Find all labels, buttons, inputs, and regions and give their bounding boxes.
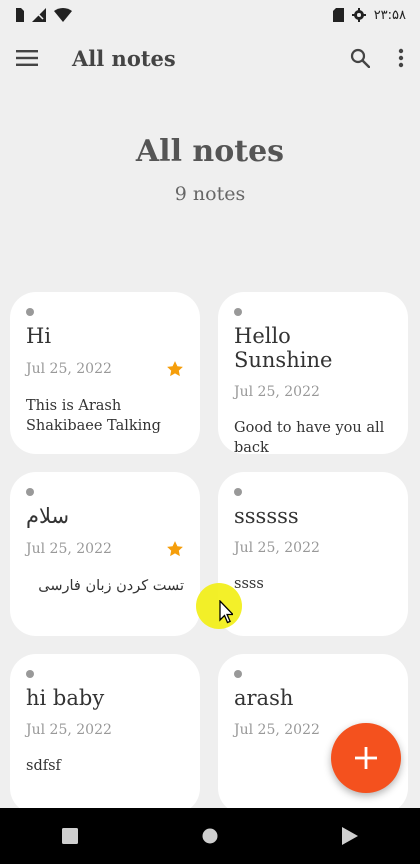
note-card[interactable]: سلام Jul 25, 2022 تست کردن زبان فارسی bbox=[10, 472, 200, 636]
add-note-button[interactable] bbox=[331, 723, 401, 793]
note-count: 9 notes bbox=[174, 183, 246, 205]
sim-icon bbox=[14, 8, 24, 22]
note-card[interactable]: ssssss Jul 25, 2022 ssss bbox=[218, 472, 408, 636]
status-right-icons: ۲۳:۵۸ bbox=[332, 7, 406, 23]
menu-icon[interactable] bbox=[16, 50, 38, 66]
recents-icon[interactable] bbox=[62, 828, 78, 844]
app-bar-title: All notes bbox=[72, 45, 176, 71]
plus-icon bbox=[355, 747, 377, 769]
note-date: Jul 25, 2022 bbox=[26, 361, 112, 377]
note-date: Jul 25, 2022 bbox=[234, 722, 320, 738]
note-date: Jul 25, 2022 bbox=[234, 540, 320, 556]
note-body: ssss bbox=[234, 576, 264, 592]
sd-card-icon bbox=[332, 8, 344, 22]
note-title: ssssss bbox=[234, 504, 299, 528]
more-vert-icon[interactable] bbox=[398, 48, 404, 68]
note-title: Hello Sunshine bbox=[234, 324, 333, 372]
note-dot bbox=[234, 670, 242, 678]
star-icon[interactable] bbox=[166, 540, 184, 558]
search-icon[interactable] bbox=[350, 48, 370, 68]
note-body: Good to have you all back bbox=[234, 420, 385, 454]
note-card[interactable]: Hello Sunshine Jul 25, 2022 Good to have… bbox=[218, 292, 408, 454]
home-icon[interactable] bbox=[202, 828, 218, 844]
no-signal-icon bbox=[32, 8, 46, 22]
note-title: Hi bbox=[26, 324, 52, 348]
note-dot bbox=[234, 308, 242, 316]
back-icon[interactable] bbox=[342, 827, 358, 845]
settings-icon bbox=[351, 8, 366, 22]
app-bar: All notes bbox=[0, 30, 420, 86]
star-icon[interactable] bbox=[166, 360, 184, 378]
status-bar: ۲۳:۵۸ bbox=[0, 0, 420, 30]
app-bar-actions bbox=[350, 48, 404, 68]
note-title: hi baby bbox=[26, 686, 105, 710]
wifi-icon bbox=[54, 8, 72, 22]
note-body: This is Arash Shakibaee Talking bbox=[26, 398, 161, 434]
note-title: arash bbox=[234, 686, 294, 710]
note-dot bbox=[26, 308, 34, 316]
note-card[interactable]: Hi Jul 25, 2022 This is Arash Shakibaee … bbox=[10, 292, 200, 454]
note-card[interactable]: hi baby Jul 25, 2022 sdfsf bbox=[10, 654, 200, 814]
system-nav-bar bbox=[0, 808, 420, 864]
note-date: Jul 25, 2022 bbox=[26, 541, 112, 557]
note-body: sdfsf bbox=[26, 758, 61, 774]
note-dot bbox=[26, 488, 34, 496]
note-title: سلام bbox=[26, 504, 70, 528]
note-body: تست کردن زبان فارسی bbox=[38, 578, 184, 594]
cursor-icon bbox=[219, 599, 235, 628]
status-time: ۲۳:۵۸ bbox=[373, 7, 406, 23]
header-section: All notes 9 notes bbox=[0, 134, 420, 205]
note-date: Jul 25, 2022 bbox=[234, 384, 320, 400]
note-date: Jul 25, 2022 bbox=[26, 722, 112, 738]
note-dot bbox=[26, 670, 34, 678]
note-dot bbox=[234, 488, 242, 496]
status-left-icons bbox=[14, 8, 72, 22]
page-title: All notes bbox=[135, 134, 285, 169]
